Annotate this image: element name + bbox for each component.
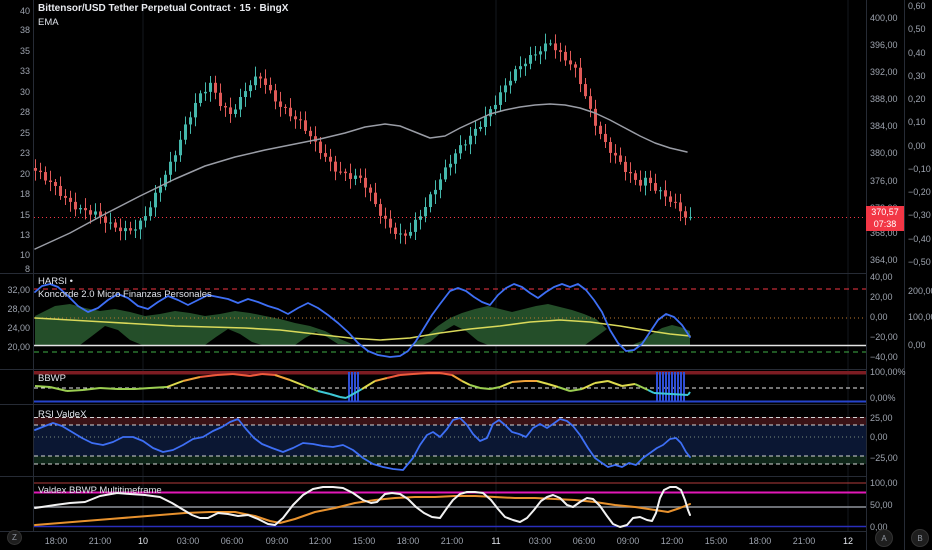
axis-tick: 0,20: [908, 94, 926, 104]
bbwp-pane-title: BBWP: [38, 373, 66, 384]
axis-tick: 20,00: [870, 292, 893, 302]
time-tick: 03:00: [528, 536, 552, 546]
axis-tick: −20,00: [870, 332, 898, 342]
harsi-pane-title: HARSI •: [38, 276, 73, 287]
time-tick: 12:00: [660, 536, 684, 546]
time-tick: 09:00: [265, 536, 289, 546]
axis-tick: 18: [19, 189, 30, 199]
time-tick: 18:00: [396, 536, 420, 546]
axis-tick: 23: [19, 148, 30, 158]
axis-tick: 0,50: [908, 24, 926, 34]
time-tick: 03:00: [176, 536, 200, 546]
axis-tick: 0,40: [908, 48, 926, 58]
time-tick: 18:00: [44, 536, 68, 546]
axis-tick: 0,00: [908, 141, 926, 151]
axis-tick: 8: [24, 264, 30, 274]
axis-tick: 20,00: [7, 342, 30, 352]
axis-tick: 0,30: [908, 71, 926, 81]
chart-canvas[interactable]: [0, 0, 932, 550]
ema-label: EMA: [38, 17, 59, 28]
axis-tick: 40,00: [870, 272, 893, 282]
axis-tick: 364,00: [870, 255, 898, 265]
axis-tick: −0,40: [908, 234, 931, 244]
time-tick: 11: [491, 536, 501, 546]
time-tick: 12: [842, 536, 853, 546]
time-tick: 21:00: [88, 536, 112, 546]
axis-tick: 200,00: [908, 286, 932, 296]
time-tick: 09:00: [616, 536, 640, 546]
rsi-pane-title: RSI ValdeX: [38, 409, 87, 420]
hint-badge-a[interactable]: A: [875, 529, 893, 547]
koncorde-pane-title: Koncorde 2.0 Micro Finanzas Personales: [38, 289, 212, 300]
axis-tick: −0,50: [908, 257, 931, 267]
axis-tick: 28,00: [7, 304, 30, 314]
axis-tick: 25,00: [870, 413, 893, 423]
axis-tick: 30: [19, 87, 30, 97]
axis-tick: −40,00: [870, 352, 898, 362]
symbol-title: Bittensor/USD Tether Perpetual Contract …: [38, 3, 289, 14]
axis-tick: −25,00: [870, 453, 898, 463]
tradingview-chart-window: Bittensor/USD Tether Perpetual Contract …: [0, 0, 932, 550]
axis-tick: 100,00%: [870, 367, 906, 377]
axis-tick: 392,00: [870, 67, 898, 77]
axis-tick: 33: [19, 66, 30, 76]
time-tick: 21:00: [440, 536, 464, 546]
axis-tick: 38: [19, 25, 30, 35]
far-right-axis[interactable]: [904, 0, 932, 550]
time-tick: 15:00: [704, 536, 728, 546]
axis-tick: 0,00%: [870, 393, 896, 403]
axis-tick: 25: [19, 128, 30, 138]
axis-tick: 100,00: [908, 312, 932, 322]
axis-tick: 0,00: [870, 432, 888, 442]
axis-tick: 384,00: [870, 121, 898, 131]
last-price-label: 370,57 07:38: [866, 206, 904, 231]
valdex-pane-title: Valdex BBWP Multitimeframe: [38, 485, 162, 496]
axis-tick: 0,00: [870, 312, 888, 322]
hint-badge-b[interactable]: B: [911, 529, 929, 547]
axis-tick: 100,00: [870, 478, 898, 488]
time-tick: 06:00: [220, 536, 244, 546]
axis-tick: 0,10: [908, 117, 926, 127]
last-price-value: 370,57: [871, 207, 899, 217]
axis-tick: 10: [19, 250, 30, 260]
hint-badge-z[interactable]: Z: [7, 530, 22, 545]
axis-tick: −0,10: [908, 164, 931, 174]
axis-tick: −0,20: [908, 187, 931, 197]
axis-tick: 40: [19, 6, 30, 16]
time-tick: 15:00: [352, 536, 376, 546]
axis-tick: 24,00: [7, 323, 30, 333]
axis-tick: 388,00: [870, 94, 898, 104]
time-tick: 18:00: [748, 536, 772, 546]
axis-tick: 13: [19, 230, 30, 240]
axis-tick: 35: [19, 46, 30, 56]
axis-tick: 32,00: [7, 285, 30, 295]
axis-tick: 28: [19, 107, 30, 117]
axis-tick: 400,00: [870, 13, 898, 23]
axis-tick: 15: [19, 210, 30, 220]
axis-tick: 0,60: [908, 1, 926, 11]
time-tick: 12:00: [308, 536, 332, 546]
axis-tick: 376,00: [870, 176, 898, 186]
axis-tick: 50,00: [870, 500, 893, 510]
axis-tick: 380,00: [870, 148, 898, 158]
bar-countdown: 07:38: [873, 219, 897, 229]
axis-tick: 396,00: [870, 40, 898, 50]
time-tick: 21:00: [792, 536, 816, 546]
time-tick: 06:00: [572, 536, 596, 546]
axis-tick: 0,00: [908, 340, 926, 350]
axis-tick: −0,30: [908, 210, 931, 220]
axis-tick: 20: [19, 169, 30, 179]
time-tick: 10: [137, 536, 148, 546]
